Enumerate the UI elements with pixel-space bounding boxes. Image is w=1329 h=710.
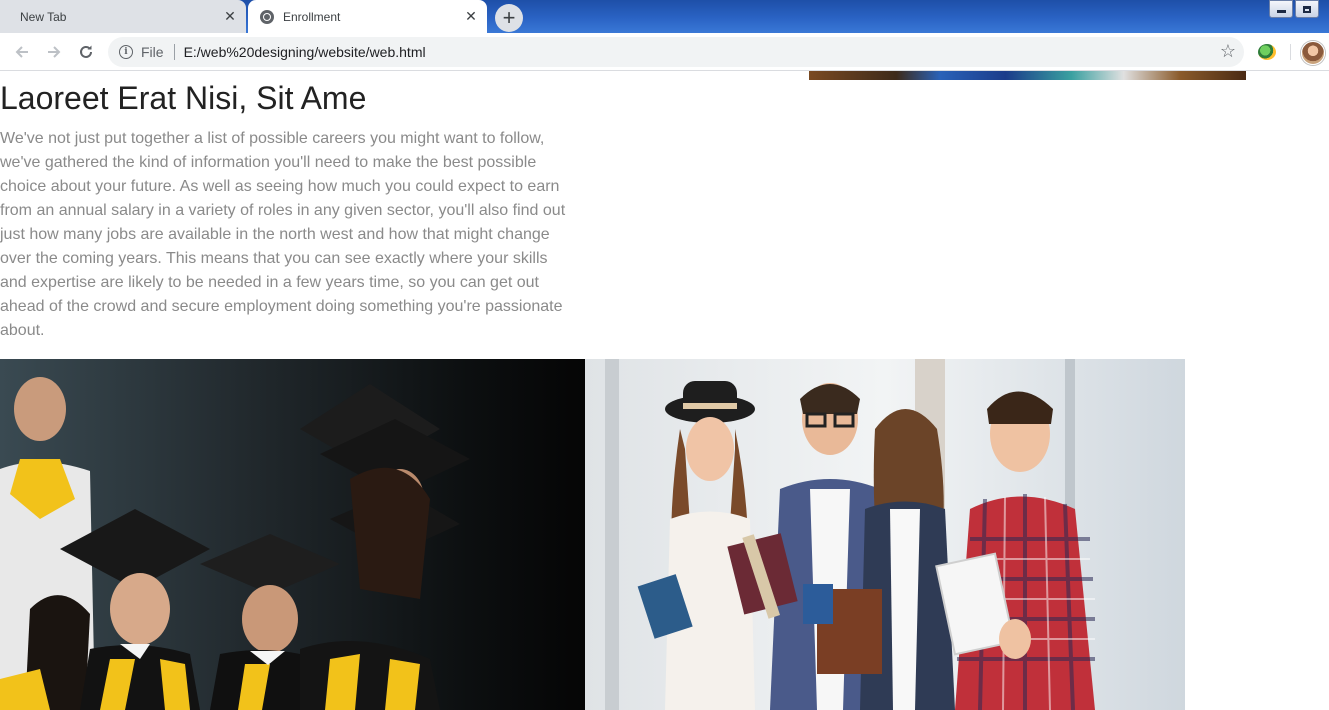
restore-button[interactable]	[1295, 0, 1319, 18]
forward-arrow-icon	[48, 46, 61, 58]
restore-icon	[1303, 5, 1311, 13]
back-arrow-icon	[15, 46, 28, 58]
tab-title: Enrollment	[283, 9, 341, 24]
tab-strip: New Tab ✕ Enrollment ✕ +	[0, 0, 1329, 33]
close-icon[interactable]: ✕	[218, 5, 242, 29]
globe-icon	[260, 9, 274, 24]
students-illustration	[585, 359, 1185, 710]
graduation-illustration	[0, 359, 585, 710]
page-heading: Laoreet Erat Nisi, Sit Ame	[0, 80, 367, 116]
address-bar[interactable]: i File E:/web%20designing/website/web.ht…	[108, 37, 1244, 67]
reload-button[interactable]	[72, 38, 100, 66]
tab-enrollment[interactable]: Enrollment ✕	[248, 0, 487, 33]
forward-button[interactable]	[40, 38, 68, 66]
students-photo	[585, 359, 1185, 710]
graduation-photo	[0, 359, 585, 710]
browser-toolbar: i File E:/web%20designing/website/web.ht…	[0, 33, 1329, 71]
minimize-button[interactable]	[1269, 0, 1293, 18]
star-icon[interactable]: ☆	[1220, 41, 1236, 62]
address-divider	[173, 44, 175, 60]
info-icon[interactable]: i	[119, 45, 133, 59]
tab-title: New Tab	[20, 9, 67, 24]
close-icon[interactable]: ✕	[459, 5, 483, 29]
minimize-icon	[1276, 10, 1286, 13]
tab-new-tab[interactable]: New Tab ✕	[0, 0, 246, 33]
url-text[interactable]: E:/web%20designing/website/web.html	[184, 44, 426, 60]
new-tab-button[interactable]: +	[495, 4, 523, 32]
scheme-label: File	[141, 44, 164, 60]
top-image-fragment	[809, 71, 1246, 80]
back-button[interactable]	[8, 38, 36, 66]
profile-avatar[interactable]	[1301, 41, 1325, 65]
extension-icon[interactable]	[1258, 44, 1276, 60]
intro-paragraph: We've not just put together a list of po…	[0, 130, 566, 339]
window-controls	[1267, 0, 1319, 18]
reload-icon	[80, 45, 92, 58]
toolbar-divider	[1290, 44, 1291, 60]
